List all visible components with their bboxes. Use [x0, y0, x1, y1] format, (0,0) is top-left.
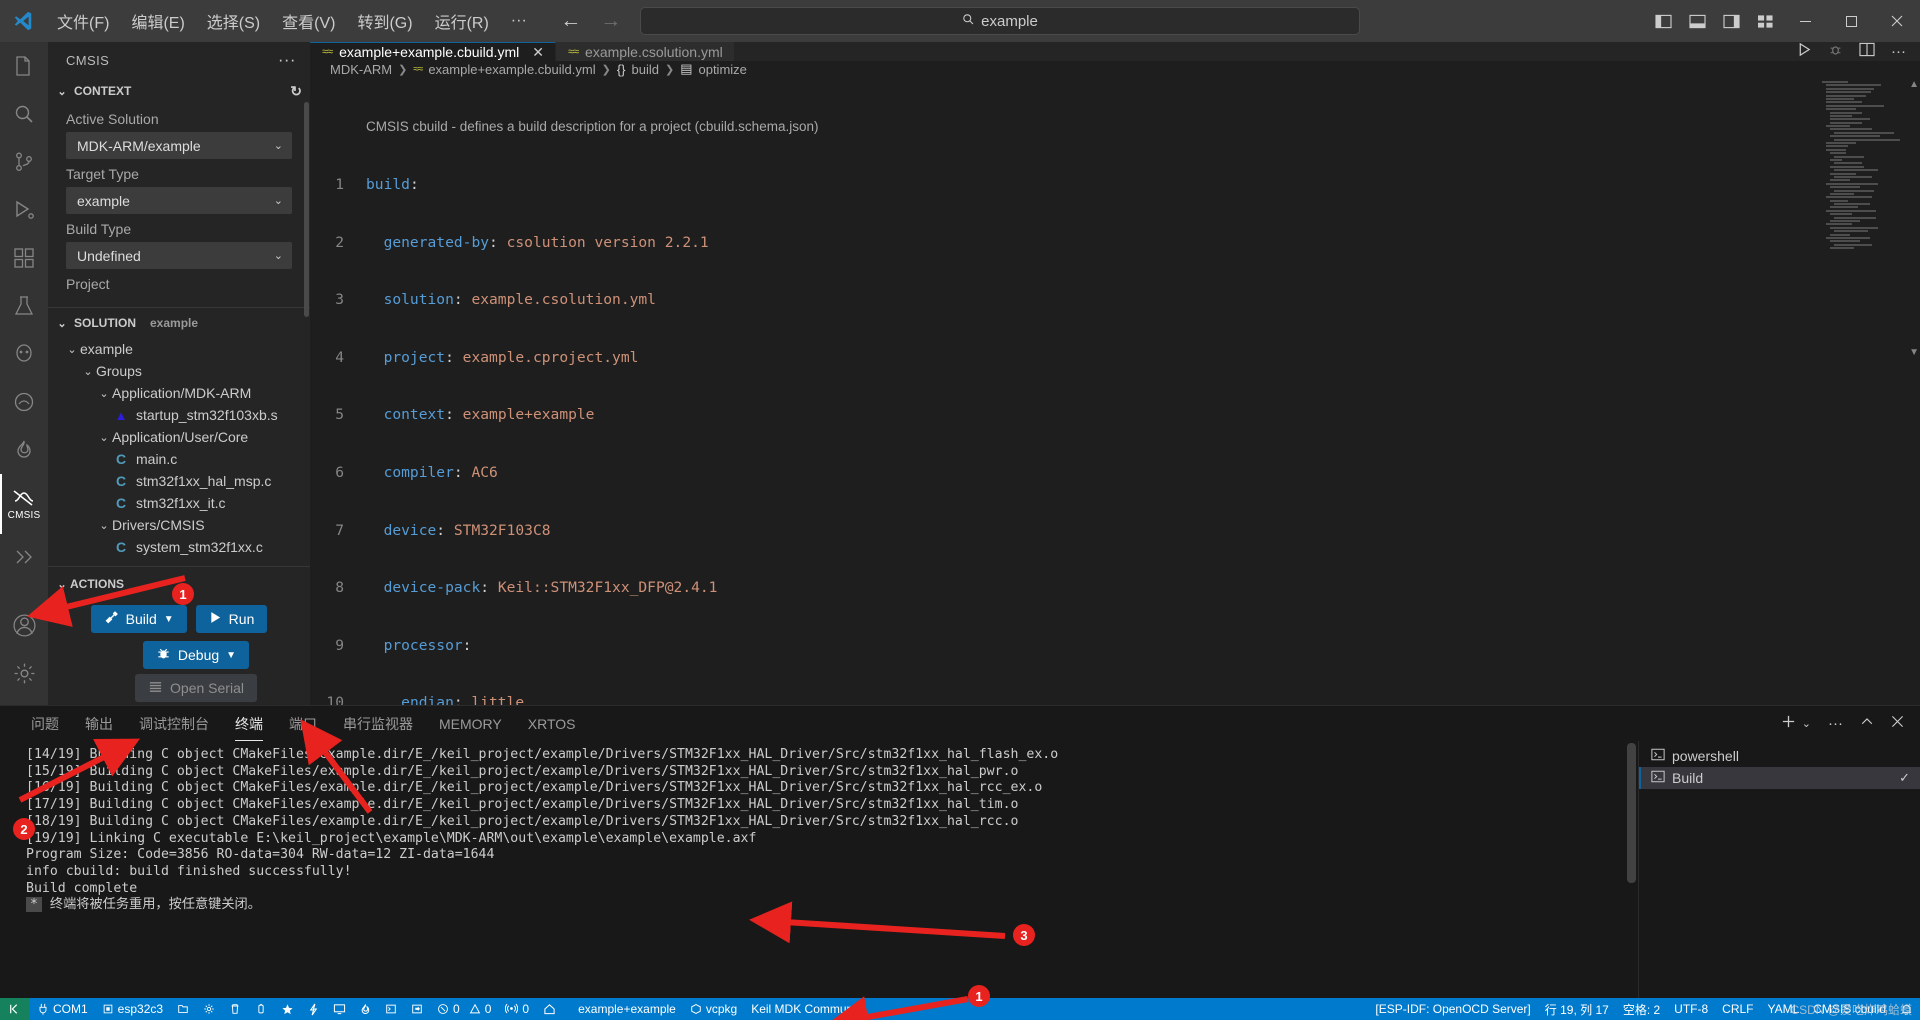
- annotation-arrow-1: [18, 575, 1006, 1020]
- vscode-window: 文件(F) 编辑(E) 选择(S) 查看(V) 转到(G) 运行(R) ··· …: [0, 0, 1920, 1020]
- annotation-badge-3: 3: [1013, 924, 1035, 946]
- annotation-badge-1b: 1: [968, 985, 990, 1007]
- annotation-badge-1: 1: [172, 583, 194, 605]
- annotation-badge-2: 2: [13, 818, 35, 840]
